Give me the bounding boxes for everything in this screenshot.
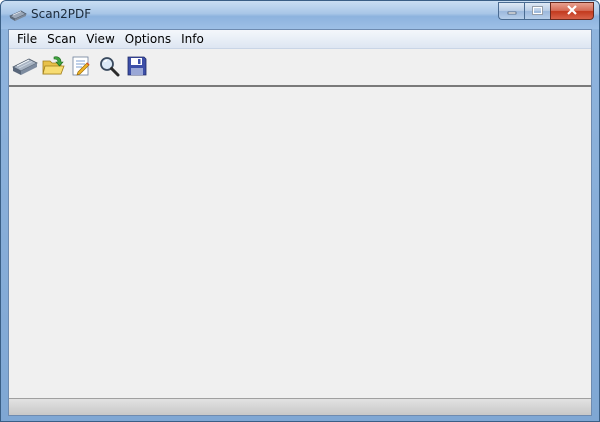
save-button[interactable] <box>123 53 151 81</box>
scanner-icon <box>12 55 38 80</box>
document-area[interactable] <box>9 85 591 398</box>
minimize-button[interactable] <box>498 2 524 20</box>
menu-view[interactable]: View <box>81 30 119 48</box>
window-title: Scan2PDF <box>31 7 92 21</box>
menu-options[interactable]: Options <box>120 30 176 48</box>
title-bar[interactable]: Scan2PDF <box>1 1 599 29</box>
view-button[interactable] <box>95 53 123 81</box>
client-area: File Scan View Options Info <box>8 29 592 416</box>
floppy-disk-icon <box>126 55 148 80</box>
scan-button[interactable] <box>11 53 39 81</box>
toolbar <box>9 49 591 85</box>
minimize-icon <box>507 4 517 18</box>
menu-info[interactable]: Info <box>176 30 209 48</box>
menu-scan[interactable]: Scan <box>42 30 81 48</box>
edit-button[interactable] <box>67 53 95 81</box>
maximize-button[interactable] <box>524 2 550 20</box>
caption-buttons <box>498 2 594 21</box>
status-bar <box>9 398 591 415</box>
close-button[interactable] <box>550 2 594 20</box>
open-button[interactable] <box>39 53 67 81</box>
app-window: Scan2PDF File Scan View Options Info <box>0 0 600 422</box>
scanner-icon <box>9 8 27 22</box>
maximize-icon <box>532 4 543 18</box>
menu-file[interactable]: File <box>12 30 42 48</box>
edit-document-icon <box>70 55 92 80</box>
magnifier-icon <box>98 55 120 80</box>
open-folder-icon <box>41 55 65 80</box>
close-icon <box>566 4 578 18</box>
menu-bar: File Scan View Options Info <box>9 30 591 49</box>
